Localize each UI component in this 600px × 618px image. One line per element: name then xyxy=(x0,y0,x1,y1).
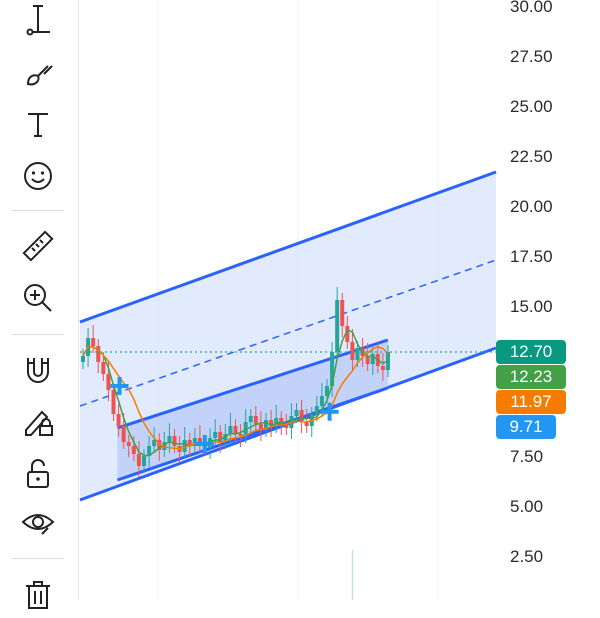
candle-body xyxy=(340,300,345,326)
candle-body xyxy=(319,396,324,406)
ruler-tool-icon xyxy=(22,230,54,262)
price-axis-label: 2.50 xyxy=(510,547,543,566)
candle-body xyxy=(116,414,121,426)
ruler-tool[interactable] xyxy=(14,224,62,268)
price-chart[interactable]: 30.0027.5025.0022.5020.0017.5015.0010.00… xyxy=(0,0,600,600)
candle-body xyxy=(121,426,126,442)
price-axis-label: 15.00 xyxy=(510,297,553,316)
trash-tool[interactable] xyxy=(14,574,62,618)
magnet-tool[interactable] xyxy=(14,348,62,392)
candle-body xyxy=(81,356,85,362)
candle-body xyxy=(253,416,258,424)
candle-body xyxy=(136,454,141,466)
candle-body xyxy=(111,390,116,414)
toolbar-separator xyxy=(12,334,64,335)
candle-body xyxy=(335,300,340,352)
emoji-tool-icon xyxy=(24,162,52,190)
candle-body xyxy=(91,338,96,346)
parallel-channels[interactable] xyxy=(79,170,497,502)
fast-ma-badge: 12.23 xyxy=(496,365,566,389)
text-tool[interactable] xyxy=(14,102,62,146)
level-badge: 9.71 xyxy=(496,415,556,439)
trend-line-tool-icon xyxy=(26,5,50,36)
hide-drawings-tool[interactable] xyxy=(14,500,62,544)
zoom-in-tool-icon xyxy=(24,284,52,312)
candle-body xyxy=(96,346,101,362)
candle-body xyxy=(350,342,355,360)
text-tool-icon xyxy=(28,113,48,137)
toolbar-separator xyxy=(12,210,64,211)
brush-tool[interactable] xyxy=(14,52,62,96)
hide-drawings-tool-icon xyxy=(21,514,55,535)
candle-body xyxy=(213,432,218,438)
candle-body xyxy=(126,442,131,446)
candle-body xyxy=(106,374,111,390)
candle-body xyxy=(248,416,253,422)
price-axis-label: 30.00 xyxy=(510,0,553,16)
lock-drawings-tool-icon xyxy=(25,410,53,436)
candle-body xyxy=(238,434,243,436)
zoom-in-tool[interactable] xyxy=(14,276,62,320)
candle-body xyxy=(172,436,177,446)
trend-line-tool[interactable] xyxy=(14,0,62,42)
unlock-tool-icon xyxy=(27,459,49,488)
candle-body xyxy=(167,436,172,442)
price-axis-label: 20.00 xyxy=(510,197,553,216)
trash-tool-icon xyxy=(26,581,50,609)
lock-drawings-tool[interactable] xyxy=(14,400,62,444)
candle-body xyxy=(294,410,299,416)
toolbar-separator xyxy=(12,558,64,559)
candle-body xyxy=(314,406,319,414)
price-axis-label: 27.50 xyxy=(510,47,553,66)
slow-ma-badge: 11.97 xyxy=(496,390,566,414)
candle-body xyxy=(131,446,136,454)
candle-body xyxy=(233,426,238,434)
candle-body xyxy=(355,348,360,360)
price-axis-label: 7.50 xyxy=(510,447,543,466)
candle-body xyxy=(142,456,146,466)
brush-tool-icon xyxy=(26,65,53,86)
price-axis-label: 17.50 xyxy=(510,247,553,266)
candle-body xyxy=(299,410,304,422)
price-axis[interactable]: 30.0027.5025.0022.5020.0017.5015.0010.00… xyxy=(510,0,553,566)
price-axis-label: 22.50 xyxy=(510,147,553,166)
candle-body xyxy=(380,366,385,370)
magnet-tool-icon xyxy=(27,358,49,383)
candle-body xyxy=(152,440,157,446)
candle-body xyxy=(101,362,106,374)
last-price-badge: 12.70 xyxy=(496,340,566,364)
unlock-tool[interactable] xyxy=(14,452,62,496)
price-axis-label: 25.00 xyxy=(510,97,553,116)
emoji-tool[interactable] xyxy=(14,154,62,198)
price-axis-label: 5.00 xyxy=(510,497,543,516)
candle-body xyxy=(182,440,187,452)
drawing-toolbar xyxy=(0,0,79,609)
